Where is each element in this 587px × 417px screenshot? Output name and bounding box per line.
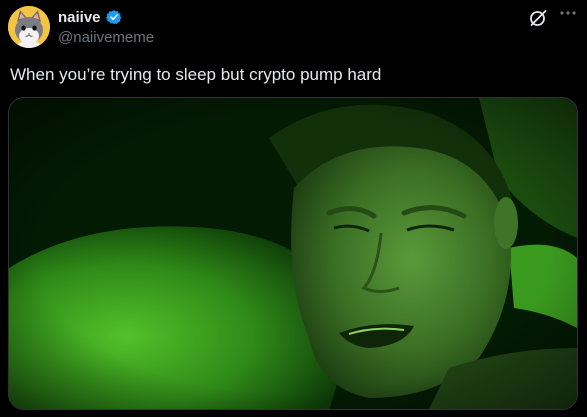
night-vision-photo-icon (9, 98, 577, 409)
grok-icon[interactable] (528, 8, 548, 28)
cat-avatar-icon (8, 6, 50, 48)
tweet-media-photo[interactable] (8, 97, 578, 410)
tweet-text: When you’re trying to sleep but crypto p… (10, 65, 382, 84)
author-handle[interactable]: @naiivememe (58, 29, 154, 46)
verified-badge-icon (105, 9, 122, 25)
author-display-name[interactable]: naiive (58, 9, 101, 26)
author-name-row[interactable]: naiive (58, 7, 122, 27)
more-options-icon[interactable] (557, 6, 579, 24)
tweet-card: naiive @naiivememe When you’re trying to… (0, 0, 587, 417)
author-avatar[interactable] (8, 6, 50, 48)
